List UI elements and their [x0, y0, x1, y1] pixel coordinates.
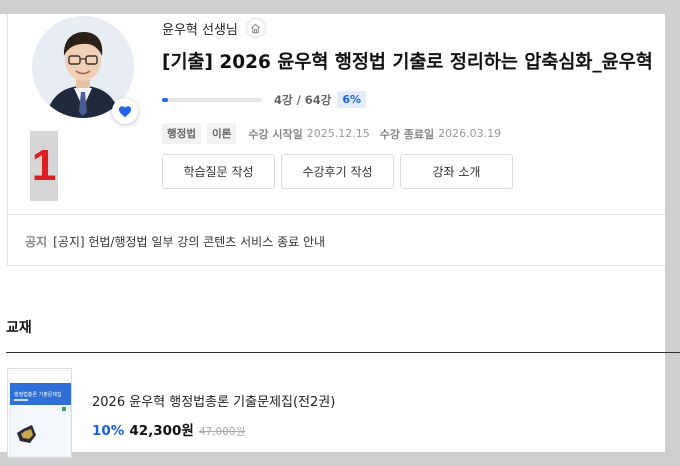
textbook-name[interactable]: 2026 윤우혁 행정법총론 기출문제집(전2권) [92, 391, 335, 410]
course-actions: 학습질문 작성 수강후기 작성 강좌 소개 [162, 154, 513, 189]
original-price: 47,000원 [198, 426, 246, 438]
write-question-button[interactable]: 학습질문 작성 [162, 154, 275, 189]
write-review-button[interactable]: 수강후기 작성 [281, 154, 394, 189]
start-date: 2025.12.15 [306, 127, 370, 140]
sale-price: 42,300원 [129, 423, 194, 439]
notice-bar[interactable]: 공지 [공지] 헌법/행정법 일부 강의 콘텐츠 서비스 종료 안내 [7, 214, 665, 267]
course-intro-button[interactable]: 강좌 소개 [400, 154, 513, 189]
course-meta: 행정법 이론 수강 시작일 2025.12.15 수강 종료일 2026.03.… [162, 123, 501, 144]
textbook-cover[interactable]: 행정법총론 기출문제집 [7, 368, 72, 458]
progress-percent-badge: 6% [337, 91, 367, 108]
start-date-label: 수강 시작일 [248, 127, 303, 141]
page: 1 윤우혁 선생님 [기출] 2026 윤우혁 행정법 기출로 정리하는 압축심… [0, 14, 680, 458]
notice-label: 공지 [25, 234, 48, 249]
section-divider [6, 352, 680, 353]
teacher-avatar-wrap[interactable] [32, 16, 138, 124]
progress-row: 4강 / 64강 6% [162, 91, 367, 108]
progress-fill [162, 97, 168, 102]
progress-count: 4강 / 64강 [274, 92, 332, 107]
textbook-cover-text: 행정법총론 기출문제집 [14, 391, 62, 398]
textbook-cover-image: 행정법총론 기출문제집 [9, 370, 71, 457]
home-icon [251, 23, 261, 33]
textbook-section-title: 교재 [6, 320, 32, 336]
notice-text[interactable]: [공지] 헌법/행정법 일부 강의 콘텐츠 서비스 종료 안내 [53, 233, 325, 250]
progress-bar [162, 97, 262, 102]
rank-number: 1 [30, 131, 58, 201]
type-tag: 이론 [206, 123, 237, 144]
subject-tag: 행정법 [162, 123, 201, 144]
heart-icon [118, 105, 132, 117]
textbook-price-row: 10% 42,300원 47,000원 [92, 419, 245, 439]
discount-rate: 10% [92, 423, 125, 439]
course-title[interactable]: [기출] 2026 윤우혁 행정법 기출로 정리하는 압축심화_윤우혁 [162, 48, 653, 74]
teacher-name[interactable]: 윤우혁 선생님 [162, 19, 238, 38]
teacher-home-button[interactable] [245, 18, 266, 38]
end-date: 2026.03.19 [438, 127, 502, 140]
teacher-row: 윤우혁 선생님 [162, 18, 266, 38]
end-date-label: 수강 종료일 [379, 127, 435, 141]
favorite-toggle[interactable] [112, 98, 138, 124]
